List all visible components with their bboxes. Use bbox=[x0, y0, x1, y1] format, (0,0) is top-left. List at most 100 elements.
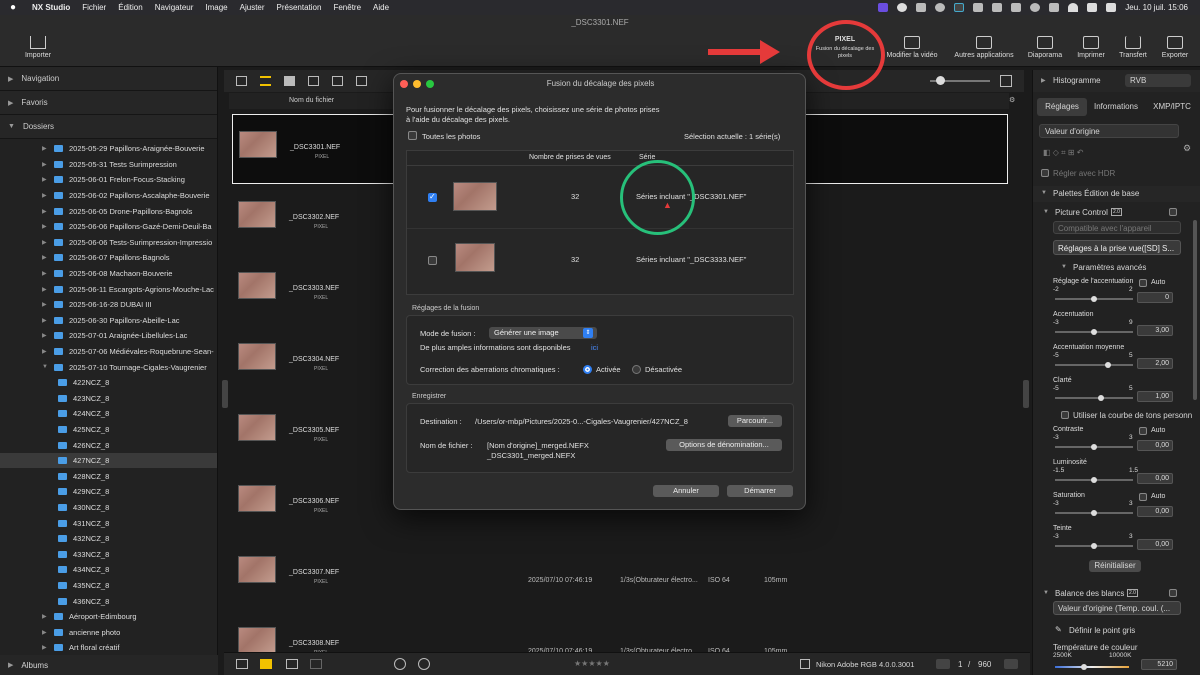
chevron-right-icon[interactable]: ▶ bbox=[42, 348, 50, 355]
right-collapse-handle[interactable] bbox=[1023, 380, 1029, 408]
slider-track[interactable] bbox=[1055, 329, 1133, 335]
browse-button[interactable]: Parcourir... bbox=[728, 415, 782, 427]
tree-item[interactable]: 428NCZ_8 bbox=[0, 468, 217, 484]
tree-item[interactable]: 431NCZ_8 bbox=[0, 515, 217, 531]
tree-item[interactable]: ▶ 2025-06-08 Machaon-Bouverie bbox=[0, 266, 217, 282]
fullscreen-icon[interactable] bbox=[1000, 75, 1012, 87]
naming-options-button[interactable]: Options de dénomination... bbox=[666, 439, 782, 451]
tree-item[interactable]: 422NCZ_8 bbox=[0, 375, 217, 391]
status-icon[interactable] bbox=[916, 3, 927, 12]
slider-track[interactable] bbox=[1055, 477, 1133, 483]
chevron-right-icon[interactable]: ▶ bbox=[42, 254, 50, 261]
slider-value[interactable]: 0,00 bbox=[1137, 506, 1173, 517]
tree-item[interactable]: ▶ 2025-06-06 Papillons-Gazé-Demi-Deuil-Ba bbox=[0, 219, 217, 235]
slider-knob[interactable] bbox=[936, 76, 945, 85]
play-icon[interactable] bbox=[897, 3, 908, 12]
color-label-icon[interactable] bbox=[260, 659, 272, 669]
status-icon[interactable] bbox=[1049, 3, 1060, 12]
tree-item[interactable]: ▶ 2025-06-06 Tests-Surimpression-Impressi… bbox=[0, 235, 217, 251]
chevron-right-icon[interactable]: ▶ bbox=[42, 208, 50, 215]
chevron-right-icon[interactable]: ▶ bbox=[42, 223, 50, 230]
mode-select[interactable]: Générer une image ⇕ bbox=[489, 327, 597, 339]
auto-checkbox[interactable] bbox=[1139, 279, 1147, 287]
tree-item[interactable]: 423NCZ_8 bbox=[0, 391, 217, 407]
slider-knob[interactable] bbox=[1091, 296, 1097, 302]
slider-knob[interactable] bbox=[1091, 329, 1097, 335]
tree-item[interactable]: 433NCZ_8 bbox=[0, 546, 217, 562]
rating-stars[interactable]: ★★★★★ bbox=[574, 659, 610, 668]
tree-item[interactable]: 436NCZ_8 bbox=[0, 593, 217, 609]
menu-image[interactable]: Image bbox=[205, 3, 227, 12]
chevron-right-icon[interactable]: ▶ bbox=[42, 192, 50, 199]
section-albums[interactable]: ▶ Albums bbox=[0, 655, 218, 675]
gear-icon[interactable]: ⚙ bbox=[1183, 143, 1191, 154]
grey-point-label[interactable]: Définir le point gris bbox=[1069, 626, 1135, 635]
slider-value[interactable]: 0 bbox=[1137, 292, 1173, 303]
series-row[interactable]: 32 Séries incluant "_DSC3333.NEF" bbox=[407, 229, 793, 291]
channel-select[interactable]: RVB bbox=[1125, 74, 1191, 87]
cancel-button[interactable]: Annuler bbox=[653, 485, 719, 497]
chevron-right-icon[interactable]: ▶ bbox=[42, 161, 50, 168]
section-folders[interactable]: ▼ Dossiers bbox=[0, 115, 217, 139]
prev-button[interactable] bbox=[936, 659, 950, 669]
rotate-left-icon[interactable] bbox=[394, 658, 406, 670]
menu-adjust[interactable]: Ajuster bbox=[240, 3, 265, 12]
tree-item[interactable]: ▶ 2025-06-02 Papillons-Ascalaphe-Bouverie bbox=[0, 188, 217, 204]
chevron-right-icon[interactable]: ▶ bbox=[42, 145, 50, 152]
tree-item[interactable]: ▶ 2025-07-06 Médiévales-Roquebrune-Sean- bbox=[0, 344, 217, 360]
next-button[interactable] bbox=[1004, 659, 1018, 669]
menu-navigator[interactable]: Navigateur bbox=[155, 3, 194, 12]
print-button[interactable]: Imprimer bbox=[1072, 36, 1110, 59]
eyedropper-icon[interactable]: ✎ bbox=[1055, 625, 1062, 634]
other-apps-button[interactable]: Autres applications bbox=[950, 36, 1018, 59]
section-favorites[interactable]: ▶ Favoris bbox=[0, 91, 217, 115]
filmstrip-icon[interactable] bbox=[356, 76, 367, 86]
chevron-right-icon[interactable]: ▶ bbox=[42, 629, 50, 636]
list-view-icon[interactable] bbox=[260, 76, 271, 86]
slider-value[interactable]: 3,00 bbox=[1137, 325, 1173, 336]
tab-adjustments[interactable]: Réglages bbox=[1037, 98, 1087, 116]
menu-app-name[interactable]: NX Studio bbox=[32, 3, 70, 12]
menu-help[interactable]: Aide bbox=[373, 3, 389, 12]
gear-icon[interactable]: ⚙ bbox=[1009, 96, 1019, 106]
slider-track[interactable] bbox=[1055, 296, 1133, 302]
slider-track[interactable] bbox=[1055, 362, 1133, 368]
tree-item[interactable]: ▶ ancienne photo bbox=[0, 624, 217, 640]
wifi-icon[interactable] bbox=[1068, 3, 1079, 12]
auto-checkbox[interactable] bbox=[1139, 493, 1147, 501]
preset-select[interactable]: Valeur d'origine bbox=[1039, 124, 1179, 138]
histogram-header[interactable]: ▶ Histogramme RVB bbox=[1033, 70, 1200, 92]
slider-value[interactable]: 0,00 bbox=[1137, 440, 1173, 451]
slider-knob[interactable] bbox=[1081, 664, 1087, 670]
tree-item[interactable]: ▶ 2025-05-29 Papillons-Araignée-Bouverie bbox=[0, 141, 217, 157]
status-icon[interactable] bbox=[1030, 3, 1041, 12]
multi-view-icon[interactable] bbox=[332, 76, 343, 86]
file-row[interactable]: _DSC3307.NEF PIXEL 2025/07/10 07:46:19 1/3s… bbox=[232, 540, 1008, 610]
all-photos-checkbox[interactable] bbox=[408, 131, 417, 140]
tree-item[interactable]: 426NCZ_8 bbox=[0, 437, 217, 453]
tree-item[interactable]: 425NCZ_8 bbox=[0, 422, 217, 438]
right-scrollbar[interactable] bbox=[1193, 220, 1197, 400]
tree-item[interactable]: ▶ 2025-06-30 Papillons-Abeille-Lac bbox=[0, 313, 217, 329]
chevron-down-icon[interactable]: ▼ bbox=[42, 364, 50, 370]
more-info-link[interactable]: ici bbox=[591, 343, 598, 352]
series-checkbox[interactable] bbox=[428, 256, 437, 265]
chevron-right-icon[interactable]: ▶ bbox=[42, 301, 50, 308]
tone-curve-checkbox[interactable] bbox=[1061, 411, 1069, 419]
column-filename[interactable]: Nom du fichier bbox=[289, 97, 334, 104]
info-icon[interactable] bbox=[286, 659, 298, 669]
status-icon[interactable] bbox=[973, 3, 984, 12]
tree-item[interactable]: ▶ Art floral créatif bbox=[0, 640, 217, 653]
menu-window[interactable]: Fenêtre bbox=[333, 3, 361, 12]
compare-view-icon[interactable] bbox=[308, 76, 319, 86]
export-button[interactable]: Exporter bbox=[1156, 36, 1194, 59]
status-icon[interactable] bbox=[992, 3, 1003, 12]
slider-value[interactable]: 0,00 bbox=[1137, 539, 1173, 550]
import-button[interactable]: Importer bbox=[20, 36, 56, 59]
apple-icon[interactable]: ● bbox=[10, 2, 20, 13]
edit-video-button[interactable]: Modifier la vidéo bbox=[884, 36, 940, 59]
slider-value[interactable]: 1,00 bbox=[1137, 391, 1173, 402]
picture-control-checkbox[interactable] bbox=[1169, 208, 1177, 216]
status-icon[interactable] bbox=[935, 3, 946, 12]
grid-view-icon[interactable] bbox=[236, 76, 247, 86]
